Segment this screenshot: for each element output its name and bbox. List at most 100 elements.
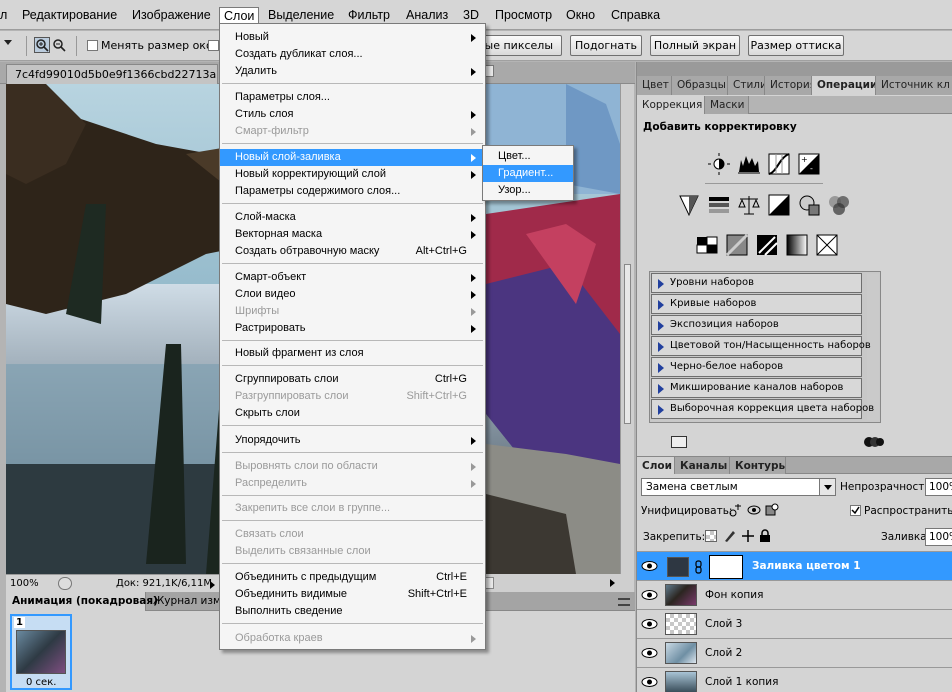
color-balance-icon[interactable] bbox=[737, 193, 761, 217]
menu-item-lock-all-layers-in-group[interactable]: Закрепить все слои в группе... bbox=[220, 500, 485, 517]
menu-item-new-fill-layer[interactable]: Новый слой-заливка bbox=[220, 149, 485, 166]
menu-help[interactable]: Справка bbox=[611, 8, 660, 22]
preset-curves[interactable]: Кривые наборов bbox=[651, 294, 862, 314]
return-to-list-icon[interactable] bbox=[671, 436, 687, 448]
gradient-map-icon[interactable] bbox=[785, 233, 809, 257]
menu-item-ungroup-layers[interactable]: Разгруппировать слои Shift+Ctrl+G bbox=[220, 388, 485, 405]
menu-item-video-layers[interactable]: Слои видео bbox=[220, 286, 485, 303]
eye-icon[interactable] bbox=[641, 588, 658, 602]
resize-windows-checkbox[interactable] bbox=[87, 40, 98, 51]
black-white-icon[interactable] bbox=[767, 193, 791, 217]
lock-pixels-icon[interactable] bbox=[723, 529, 737, 543]
tab-history-log[interactable]: Журнал изме bbox=[147, 592, 227, 611]
menu-image[interactable]: Изображение bbox=[132, 8, 211, 22]
opacity-field[interactable]: 100% bbox=[925, 478, 952, 496]
invert-icon[interactable] bbox=[695, 233, 719, 257]
tab-actions[interactable]: Операции bbox=[812, 76, 876, 95]
fill-field[interactable]: 100% bbox=[925, 528, 952, 546]
menu-item-new-slice-from-layer[interactable]: Новый фрагмент из слоя bbox=[220, 345, 485, 362]
layer-row[interactable]: Фон копия bbox=[637, 580, 952, 609]
menu-item-new-adjustment-layer[interactable]: Новый корректирующий слой bbox=[220, 166, 485, 183]
photo-filter-icon[interactable] bbox=[797, 193, 821, 217]
panel-menu-icon[interactable] bbox=[618, 598, 630, 606]
menu-item-group-layers[interactable]: Сгруппировать слои Ctrl+G bbox=[220, 371, 485, 388]
menu-edit[interactable]: Редактирование bbox=[22, 8, 117, 22]
layer-mask-thumbnail[interactable] bbox=[709, 555, 743, 579]
channel-mixer-icon[interactable] bbox=[827, 193, 851, 217]
menu-select[interactable]: Выделение bbox=[268, 8, 334, 22]
tab-color[interactable]: Цвет bbox=[637, 76, 672, 95]
tab-history[interactable]: История bbox=[765, 76, 812, 95]
selective-color-icon[interactable] bbox=[815, 233, 839, 257]
menu-filter[interactable]: Фильтр bbox=[348, 8, 390, 22]
tab-animation[interactable]: Анимация (покадровая) bbox=[6, 592, 158, 611]
menu-item-matting[interactable]: Обработка краев bbox=[220, 630, 485, 647]
preset-levels[interactable]: Уровни наборов bbox=[651, 273, 862, 293]
curves-icon[interactable] bbox=[767, 152, 791, 176]
clip-to-layer-icon[interactable] bbox=[863, 436, 885, 448]
menu-item-create-clipping-mask[interactable]: Создать обтравочную маску Alt+Ctrl+G bbox=[220, 243, 485, 260]
menu-item-layer-properties[interactable]: Параметры слоя... bbox=[220, 89, 485, 106]
tab-styles[interactable]: Стили bbox=[728, 76, 765, 95]
layer-row[interactable]: Слой 2 bbox=[637, 638, 952, 667]
status-menu-icon[interactable] bbox=[58, 577, 72, 590]
submenu-item-color[interactable]: Цвет... bbox=[483, 148, 573, 165]
chevron-down-icon[interactable] bbox=[819, 479, 835, 495]
lock-transparency-icon[interactable] bbox=[705, 530, 717, 542]
vibrance-icon[interactable] bbox=[677, 193, 701, 217]
zoom-in-icon[interactable] bbox=[34, 37, 50, 53]
posterize-icon[interactable] bbox=[725, 233, 749, 257]
zoom-level-field[interactable]: 100% bbox=[10, 578, 39, 589]
levels-icon[interactable] bbox=[737, 152, 761, 176]
menu-item-distribute[interactable]: Распределить bbox=[220, 475, 485, 492]
menu-item-align-layers[interactable]: Выровнять слои по области bbox=[220, 458, 485, 475]
tab-channels[interactable]: Каналы bbox=[675, 457, 730, 474]
document-tab[interactable]: 7c4fd99010d5b0e9f1366cbd22713a bbox=[6, 64, 218, 84]
tab-clone-source[interactable]: Источник кл bbox=[876, 76, 952, 95]
menu-item-delete[interactable]: Удалить bbox=[220, 63, 485, 80]
tab-paths[interactable]: Контуры bbox=[730, 457, 786, 474]
canvas-vertical-scrollbar[interactable] bbox=[620, 84, 634, 574]
menu-window[interactable]: Окно bbox=[566, 8, 595, 22]
menu-item-rasterize[interactable]: Растрировать bbox=[220, 320, 485, 337]
menu-item-layer-style[interactable]: Стиль слоя bbox=[220, 106, 485, 123]
menu-analysis[interactable]: Анализ bbox=[406, 8, 448, 22]
menu-item-layer-mask[interactable]: Слой-маска bbox=[220, 209, 485, 226]
print-size-button[interactable]: Размер оттиска bbox=[748, 35, 844, 56]
menu-item-hide-layers[interactable]: Скрыть слои bbox=[220, 405, 485, 422]
threshold-icon[interactable] bbox=[755, 233, 779, 257]
submenu-item-pattern[interactable]: Узор... bbox=[483, 182, 573, 199]
menu-item-link-layers[interactable]: Связать слои bbox=[220, 526, 485, 543]
menu-item-vector-mask[interactable]: Векторная маска bbox=[220, 226, 485, 243]
preset-channel-mixer[interactable]: Микширование каналов наборов bbox=[651, 378, 862, 398]
tab-adjustments[interactable]: Коррекция bbox=[637, 96, 705, 114]
tool-preset-dropdown-icon[interactable] bbox=[4, 40, 12, 45]
canvas-horizontal-scrollbar[interactable] bbox=[480, 574, 634, 592]
zoom-all-windows-checkbox[interactable] bbox=[208, 40, 219, 51]
menu-view[interactable]: Просмотр bbox=[495, 8, 552, 22]
fill-color-thumbnail[interactable] bbox=[667, 557, 689, 577]
menu-3d[interactable]: 3D bbox=[463, 8, 479, 22]
animation-frame[interactable]: 1 0 сек. bbox=[10, 614, 72, 690]
eye-icon[interactable] bbox=[641, 617, 658, 631]
preset-selective-color[interactable]: Выборочная коррекция цвета наборов bbox=[651, 399, 874, 419]
layer-row[interactable]: Слой 3 bbox=[637, 609, 952, 638]
eye-icon[interactable] bbox=[641, 559, 658, 573]
unify-style-icon[interactable] bbox=[765, 503, 779, 517]
hue-saturation-icon[interactable] bbox=[707, 193, 731, 217]
exposure-icon[interactable]: + - bbox=[797, 152, 821, 176]
menu-item-flatten-image[interactable]: Выполнить сведение bbox=[220, 603, 485, 620]
fit-screen-button[interactable]: Подогнать bbox=[570, 35, 642, 56]
unify-visibility-icon[interactable] bbox=[747, 503, 761, 517]
lock-position-icon[interactable] bbox=[741, 529, 755, 543]
submenu-item-gradient[interactable]: Градиент... bbox=[483, 165, 573, 182]
eye-icon[interactable] bbox=[641, 675, 658, 689]
menu-item-fonts[interactable]: Шрифты bbox=[220, 303, 485, 320]
scrollbar-thumb[interactable] bbox=[624, 264, 631, 424]
preset-exposure[interactable]: Экспозиция наборов bbox=[651, 315, 862, 335]
blend-mode-select[interactable]: Замена светлым bbox=[641, 478, 836, 496]
frame-delay[interactable]: 0 сек. bbox=[26, 677, 56, 688]
menu-item-duplicate-layer[interactable]: Создать дубликат слоя... bbox=[220, 46, 485, 63]
tab-layers[interactable]: Слои bbox=[637, 457, 675, 474]
preset-hue-saturation[interactable]: Цветовой тон/Насыщенность наборов bbox=[651, 336, 871, 356]
